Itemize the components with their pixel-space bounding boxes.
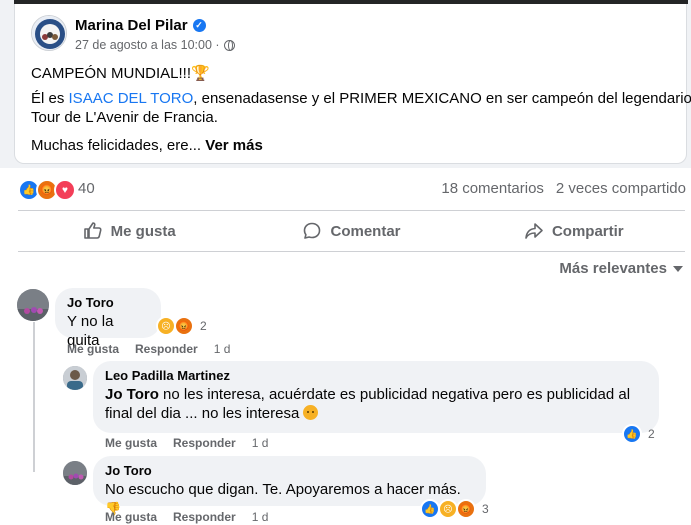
reaction-count[interactable]: 40 bbox=[78, 180, 95, 197]
post-text-line-4: Muchas felicidades, ere... Ver más bbox=[31, 137, 263, 154]
verified-badge-icon: ✓ bbox=[192, 19, 206, 32]
angry-reaction-icon: 😡 bbox=[174, 316, 194, 336]
avatar[interactable] bbox=[17, 289, 49, 321]
post-stats: 18 comentarios 2 veces compartido bbox=[441, 180, 686, 197]
reactions-summary: 👍 😡 ♥ 40 18 comentarios 2 veces comparti… bbox=[18, 178, 688, 201]
angry-reaction-icon: 😡 bbox=[456, 499, 476, 519]
comment-author[interactable]: Jo Toro bbox=[67, 295, 149, 310]
post-text-line-1: CAMPEÓN MUNDIAL!!!🏆 bbox=[31, 65, 210, 82]
like-reaction-icon: 👍 bbox=[420, 499, 440, 519]
sad-emoji-icon bbox=[303, 405, 319, 420]
post-timestamp[interactable]: 27 de agosto a las 10:00 · bbox=[75, 38, 220, 52]
comment-text: Jo Toro no les interesa, acuérdate es pu… bbox=[105, 386, 631, 422]
comment-like-button[interactable]: Me gusta bbox=[67, 342, 119, 356]
comment-actions: Me gusta Responder 1 d bbox=[105, 510, 268, 524]
post-meta: 27 de agosto a las 10:00 · bbox=[75, 38, 235, 52]
comment-icon bbox=[304, 222, 321, 239]
comment-author[interactable]: Jo Toro bbox=[105, 463, 474, 478]
post-text-line-3: Tour de L'Avenir de Francia. bbox=[31, 109, 218, 126]
reaction-icons[interactable]: 👍 😡 ♥ bbox=[18, 179, 76, 201]
thread-line bbox=[33, 322, 35, 472]
post-card: Marina Del Pilar ✓ 27 de agosto a las 10… bbox=[14, 4, 691, 164]
comment-time[interactable]: 1 d bbox=[252, 436, 269, 450]
like-reaction-icon: 👍 bbox=[622, 424, 642, 444]
post-text-line-2: Él es ISAAC DEL TORO, ensenadasense y el… bbox=[31, 90, 691, 107]
share-icon bbox=[525, 223, 543, 239]
sad-reaction-icon: ☹ bbox=[156, 316, 176, 336]
see-more-link[interactable]: Ver más bbox=[205, 137, 263, 154]
avatar[interactable] bbox=[63, 461, 87, 485]
page-name[interactable]: Marina Del Pilar ✓ bbox=[75, 17, 206, 34]
caret-down-icon bbox=[673, 265, 683, 272]
divider bbox=[18, 251, 685, 252]
comment-time[interactable]: 1 d bbox=[214, 342, 231, 356]
comment-like-button[interactable]: Me gusta bbox=[105, 436, 157, 450]
comment-bubble: Jo Toro Y no la quita bbox=[55, 288, 161, 349]
comment-reactions[interactable]: ☹ 😡 2 bbox=[156, 316, 207, 336]
love-reaction-icon: ♥ bbox=[54, 179, 76, 201]
avatar[interactable] bbox=[63, 366, 87, 390]
comment-count[interactable]: 18 comentarios bbox=[441, 180, 544, 197]
mention-link[interactable]: ISAAC DEL TORO bbox=[69, 90, 194, 107]
comment-author[interactable]: Leo Padilla Martinez bbox=[105, 368, 647, 383]
share-button[interactable]: Compartir bbox=[463, 211, 685, 251]
comment-reactions[interactable]: 👍 ☹ 😡 3 bbox=[420, 499, 489, 519]
comment-reply-button[interactable]: Responder bbox=[173, 510, 236, 524]
comment-reactions[interactable]: 👍 2 bbox=[622, 424, 655, 444]
comment-reply-button[interactable]: Responder bbox=[135, 342, 198, 356]
post-actions: Me gusta Comentar Compartir bbox=[18, 211, 685, 251]
comment-bubble: Leo Padilla Martinez Jo Toro no les inte… bbox=[93, 361, 659, 433]
comment-actions: Me gusta Responder 1 d bbox=[67, 342, 230, 356]
mention-link[interactable]: Jo Toro bbox=[105, 386, 159, 403]
share-count[interactable]: 2 veces compartido bbox=[556, 180, 686, 197]
sad-reaction-icon: ☹ bbox=[438, 499, 458, 519]
globe-icon bbox=[223, 39, 235, 51]
comment-like-button[interactable]: Me gusta bbox=[105, 510, 157, 524]
thumbs-up-icon bbox=[83, 222, 102, 239]
comment-actions: Me gusta Responder 1 d bbox=[105, 436, 268, 450]
page-avatar[interactable] bbox=[31, 15, 67, 51]
comment-time[interactable]: 1 d bbox=[252, 510, 269, 524]
comment-button[interactable]: Comentar bbox=[240, 211, 462, 251]
comment-sort-dropdown[interactable]: Más relevantes bbox=[559, 260, 683, 277]
comment-reply-button[interactable]: Responder bbox=[173, 436, 236, 450]
like-button[interactable]: Me gusta bbox=[18, 211, 240, 251]
